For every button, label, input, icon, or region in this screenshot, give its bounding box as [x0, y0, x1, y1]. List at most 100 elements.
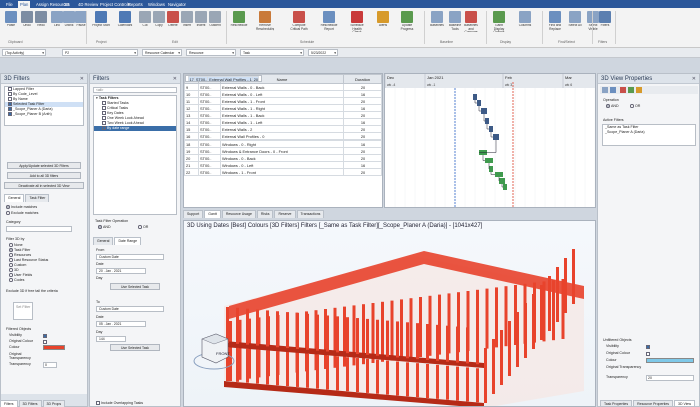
gantt-display-options-button[interactable]: Gantt Display Options: [490, 10, 508, 36]
sort-icon[interactable]: [602, 87, 608, 93]
transparency-input[interactable]: 20: [646, 375, 694, 381]
menu-tab-windows[interactable]: Windows: [146, 1, 167, 8]
3d-filter-checkbox[interactable]: [8, 112, 12, 116]
table-row[interactable]: 12 ST00.. External Walls - 1 - Right 16: [184, 104, 382, 112]
tab-support[interactable]: Support: [183, 210, 204, 218]
gantt-bar[interactable]: [489, 126, 493, 132]
3d-filter-checkbox[interactable]: [8, 97, 12, 101]
remove-rescheduling-button[interactable]: Remove Rescheduling: [256, 10, 274, 36]
3d-filter-checkbox[interactable]: [8, 102, 12, 106]
expand-icon[interactable]: ▾: [96, 96, 98, 100]
original-colour-checkbox[interactable]: [646, 352, 650, 356]
menu-tab-4d-review[interactable]: 4D Review: [76, 1, 100, 8]
tab-risks[interactable]: Risks: [256, 210, 274, 218]
tab-task-properties[interactable]: Task Properties: [600, 400, 633, 406]
table-row[interactable]: 19 ST00.. Windows & Entrance Doors - 0 - F…: [184, 147, 382, 155]
menu-tab-navigator[interactable]: Navigator: [166, 1, 188, 8]
selector-field-5[interactable]: 5/23/2022 ▾: [308, 49, 338, 56]
filter-on-radio[interactable]: [9, 258, 13, 262]
set-filter-box[interactable]: Set Filter: [13, 302, 33, 320]
selector-field-4[interactable]: Task ▾: [240, 49, 304, 56]
filter-on-radio[interactable]: [9, 248, 13, 252]
tab-gantt[interactable]: Gantt: [204, 210, 221, 218]
filter-search-input[interactable]: <all>: [93, 87, 177, 93]
menu-tab-file[interactable]: File: [4, 1, 15, 8]
baselines-and-compare-button[interactable]: Baselines and Compare: [462, 10, 480, 36]
3d-filter-checkbox[interactable]: [8, 107, 12, 111]
reschedule-report-button[interactable]: Reschedule Report: [320, 10, 338, 36]
filters-button[interactable]: Filters: [596, 10, 614, 36]
gantt-chart[interactable]: Dec Jan 2021 Feb Mar wk -4 wk -1 wk 3 wk 6: [384, 73, 596, 208]
and-radio[interactable]: AND: [98, 225, 111, 229]
reschedule-button[interactable]: Reschedule: [230, 10, 248, 36]
tab-resource-properties[interactable]: Resource Properties: [633, 400, 674, 406]
gantt-bar[interactable]: [489, 166, 493, 172]
filter-checkbox[interactable]: [102, 121, 106, 125]
3d-filter-checkbox[interactable]: [8, 87, 12, 91]
tab-3d-filters[interactable]: 3D Filters: [18, 400, 42, 407]
alerts-button[interactable]: Alerts: [374, 10, 392, 36]
column-header[interactable]: Duration: [343, 74, 382, 84]
gantt-bar[interactable]: [493, 134, 499, 140]
from-mode-select[interactable]: Custom Date: [96, 254, 164, 260]
exclude-matches-radio[interactable]: Exclude matches: [6, 211, 38, 215]
filter-on-radio[interactable]: [9, 278, 13, 282]
and-radio[interactable]: AND: [606, 104, 619, 108]
outdent-button[interactable]: Outdent: [206, 10, 224, 36]
or-radio[interactable]: OR: [138, 225, 148, 229]
tab-3d-props[interactable]: 3D Props: [42, 400, 66, 407]
add-to-all-3d-button[interactable]: Add to all 3D filters: [7, 172, 81, 179]
tab-resource-usage[interactable]: Resource Usage: [221, 210, 256, 218]
gantt-bar[interactable]: [477, 100, 481, 106]
table-row[interactable]: 20 ST00.. Windows - 0 - Back 20: [184, 154, 382, 162]
calendars-button[interactable]: Calendars: [116, 10, 134, 36]
light-icon[interactable]: [636, 87, 642, 93]
tab-general[interactable]: General: [4, 194, 25, 202]
visibility-checkbox[interactable]: [646, 345, 650, 349]
table-row[interactable]: 13 ST00.. External Walls - 1 - Back 20: [184, 111, 382, 119]
compute-critical-path-button[interactable]: Compute Critical Path: [290, 10, 308, 36]
select-all-button[interactable]: Select All: [566, 10, 584, 36]
deactivate-all-button[interactable]: Deactivate all in selected 3D View: [4, 182, 84, 189]
filter-checkbox[interactable]: [102, 111, 106, 115]
pause-button[interactable]: Pause: [72, 10, 90, 36]
baselines-button[interactable]: Baselines: [428, 10, 446, 36]
to-date-input[interactable]: 05 . Jan . 2021: [96, 321, 146, 327]
filter-checkbox[interactable]: [102, 116, 106, 120]
include-overlapping-checkbox[interactable]: Include Overlapping Tasks: [96, 401, 143, 405]
gantt-bar[interactable]: [485, 158, 493, 163]
gantt-bar[interactable]: [485, 118, 489, 124]
close-icon[interactable]: ✕: [173, 74, 177, 84]
gantt-bar[interactable]: [481, 108, 487, 114]
or-radio[interactable]: OR: [630, 104, 640, 108]
close-icon[interactable]: ✕: [80, 74, 84, 84]
menu-tab-3d[interactable]: 3D: [62, 1, 71, 8]
selector-field-0[interactable]: (Top Activity) ▾: [2, 49, 46, 56]
category-dropdown[interactable]: [6, 226, 72, 232]
active-filters-list[interactable]: _Same as Task Filter _Scope_Planer A (Dar…: [602, 124, 696, 146]
3d-filter-checkbox[interactable]: [8, 92, 12, 96]
gantt-bar[interactable]: [499, 178, 505, 184]
from-date-input[interactable]: 20 . Jan . 2021: [96, 268, 146, 274]
filter-on-option[interactable]: Codes: [9, 278, 84, 283]
from-use-selected-task-button[interactable]: Use Selected Task: [110, 283, 160, 290]
visibility-checkbox[interactable]: [43, 334, 47, 338]
table-row[interactable]: 22 ST00.. Windows - 1 - Front 20: [184, 168, 382, 176]
category-icon[interactable]: [610, 87, 616, 93]
project-start-button[interactable]: Project Start: [92, 10, 110, 36]
table-row[interactable]: 9 ST00.. External Walls - 0 - Back 20: [184, 83, 382, 91]
table-row[interactable]: 10 ST00.. External Walls - 0 - Left 16: [184, 90, 382, 98]
tab-transactions[interactable]: Transactions: [296, 210, 325, 218]
filter-checkbox[interactable]: [102, 106, 106, 110]
to-mode-select[interactable]: Custom Date: [96, 306, 164, 312]
filter-on-radio[interactable]: [9, 243, 13, 247]
tab-3d-view[interactable]: 3D View: [674, 400, 696, 406]
original-colour-checkbox[interactable]: [43, 340, 47, 344]
schedule-health-check-button[interactable]: Schedule Health Check: [348, 10, 366, 36]
table-row[interactable]: 14 ST00.. External Walls - 1 - Left 16: [184, 118, 382, 126]
menu-tab-reports[interactable]: Reports: [126, 1, 145, 8]
tab-general[interactable]: General: [93, 237, 114, 245]
colour-swatch[interactable]: [43, 345, 65, 350]
filter-checkbox[interactable]: [102, 101, 106, 105]
selector-field-2[interactable]: Resource Calendar ▾: [142, 49, 182, 56]
